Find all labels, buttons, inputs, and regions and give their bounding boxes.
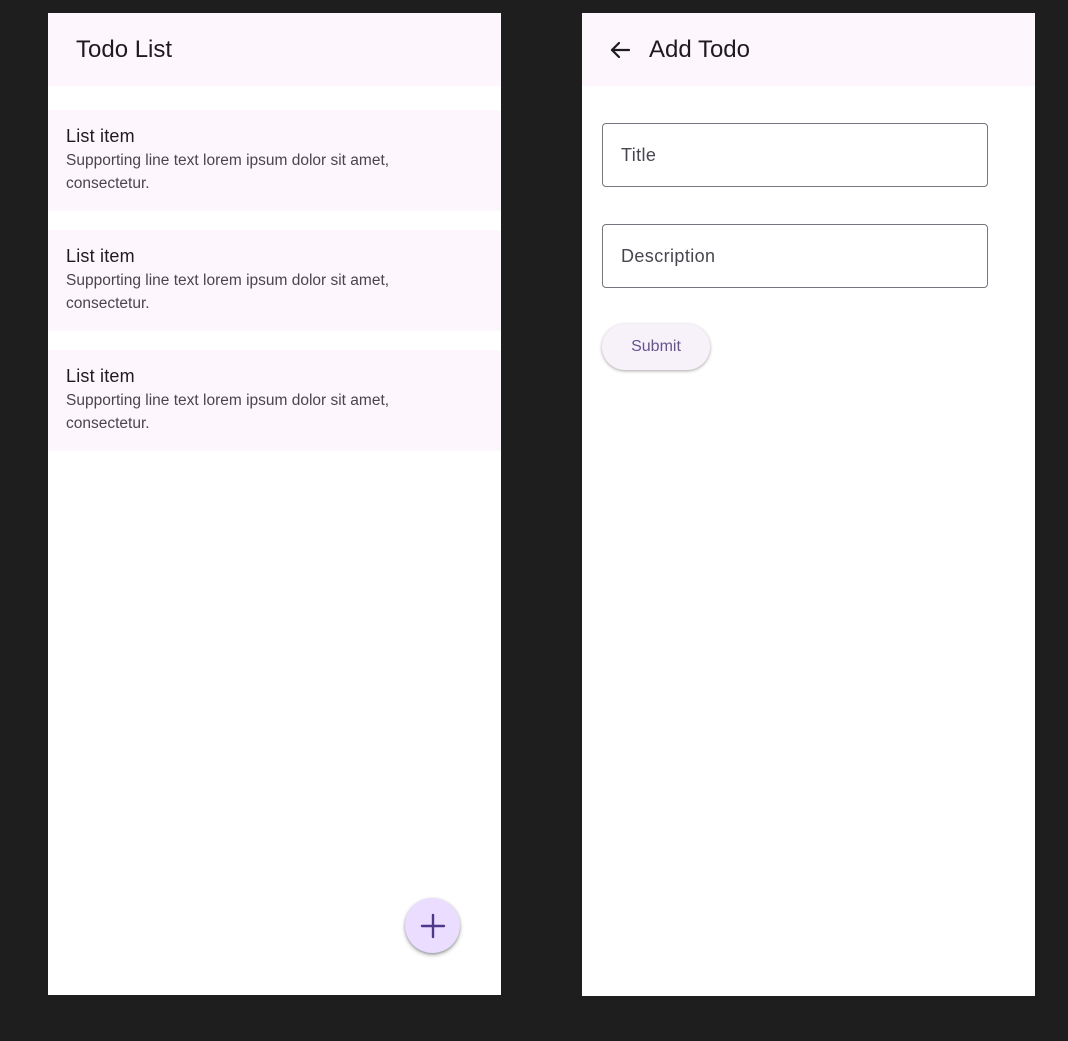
description-field[interactable]: Description — [602, 224, 988, 288]
back-button[interactable] — [606, 36, 634, 64]
top-app-bar: Todo List — [48, 13, 501, 86]
arrow-back-icon — [610, 41, 631, 58]
design-canvas: Todo List List item Supporting line text… — [0, 0, 1068, 1041]
page-title: Add Todo — [649, 35, 750, 63]
add-todo-form: Title Description Submit — [582, 86, 1035, 370]
list-item[interactable]: List item Supporting line text lorem ips… — [48, 230, 501, 331]
top-app-bar: Add Todo — [582, 13, 1035, 86]
add-todo-screen: Add Todo Title Description Submit — [582, 13, 1035, 996]
add-todo-fab[interactable] — [405, 898, 460, 953]
list-item-headline: List item — [66, 126, 135, 146]
title-field-placeholder: Title — [621, 144, 657, 165]
list-item-headline: List item — [66, 366, 135, 386]
list-item[interactable]: List item Supporting line text lorem ips… — [48, 110, 501, 211]
list-item-supporting-text: Supporting line text lorem ipsum dolor s… — [66, 272, 390, 312]
list-item-headline: List item — [66, 246, 135, 266]
list-item-supporting-text: Supporting line text lorem ipsum dolor s… — [66, 152, 390, 192]
submit-button-label: Submit — [631, 338, 681, 355]
page-title: Todo List — [76, 35, 173, 63]
list-item-supporting-text: Supporting line text lorem ipsum dolor s… — [66, 392, 390, 432]
description-field-placeholder: Description — [621, 245, 716, 266]
todo-list: List item Supporting line text lorem ips… — [48, 86, 501, 451]
add-icon — [420, 913, 445, 938]
title-field[interactable]: Title — [602, 123, 988, 187]
list-item[interactable]: List item Supporting line text lorem ips… — [48, 350, 501, 451]
submit-button[interactable]: Submit — [602, 324, 710, 370]
todo-list-screen: Todo List List item Supporting line text… — [48, 13, 501, 995]
